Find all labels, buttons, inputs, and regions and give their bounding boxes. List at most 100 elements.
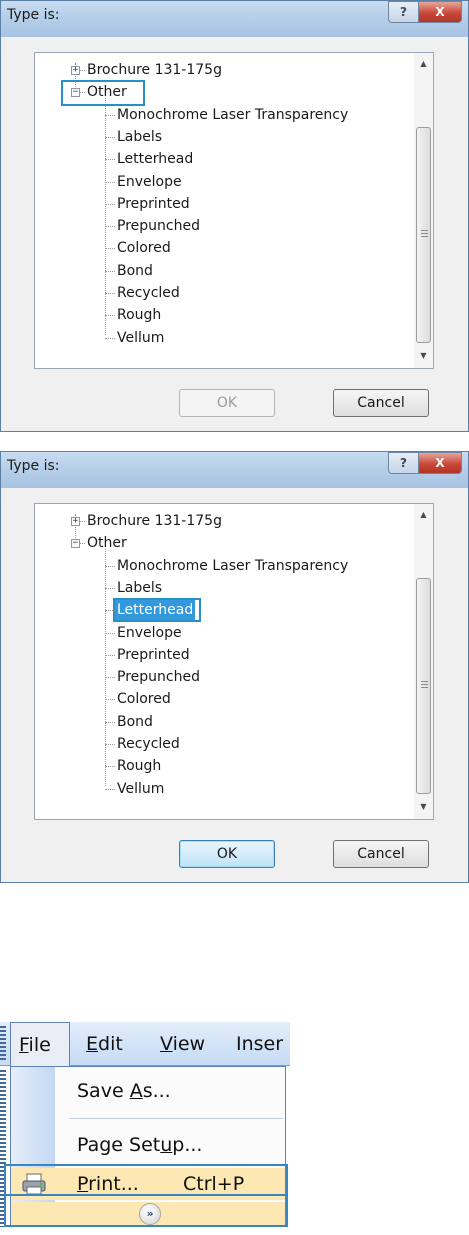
tree-connector [105,136,115,138]
tree-item[interactable]: Vellum [115,327,166,349]
highlight-divider [4,1194,288,1196]
tree-connector [105,565,115,567]
tree-scrollbar[interactable]: ▲ ▼ [414,504,433,819]
print-type-dialog-2: Type is: ? X Brochure 131-175g + Other − Mon… [0,451,469,883]
tree-item[interactable]: Brochure 131-175g [85,59,224,81]
tree-connector [105,610,115,612]
cancel-button[interactable]: Cancel [333,389,429,417]
collapse-minus-icon[interactable]: − [71,88,80,98]
window-buttons: ? X [388,1,462,23]
tree-item[interactable]: Prepunched [115,666,202,688]
thumb-grip [421,236,428,237]
office-file-menu: File Edit View Inser Save As... Page Set… [0,1022,290,1227]
tree-item[interactable]: Envelope [115,171,184,193]
tree-item[interactable]: Colored [115,237,173,259]
tree-item[interactable]: Rough [115,755,163,777]
toolbar-handle [0,1026,6,1062]
tree-item[interactable]: Preprinted [115,193,192,215]
menu-separator [69,1118,283,1119]
scroll-up-arrow-icon[interactable]: ▲ [414,506,433,524]
tree-scrollbar[interactable]: ▲ ▼ [414,53,433,368]
thumb-grip [421,681,428,682]
window-buttons: ? X [388,452,462,474]
tree-connector [105,337,115,339]
tree-item[interactable]: Labels [115,126,164,148]
tree-item[interactable]: Preprinted [115,644,192,666]
scroll-thumb[interactable] [416,578,431,794]
tree-item[interactable]: Monochrome Laser Transparency [115,104,350,126]
dialog-title: Type is: [7,7,60,23]
collapse-minus-icon[interactable]: − [71,539,80,549]
paper-type-tree[interactable]: Brochure 131-175g + Other − Monochrome Laser… [34,503,434,820]
tree-item[interactable]: Recycled [115,282,182,304]
menu-insert-label: Inser [236,1033,284,1055]
menu-edit[interactable]: Edit [86,1022,123,1066]
menu-edit-accel: E [86,1033,99,1055]
tree-connector [105,548,106,786]
tree-items: Brochure 131-175g + Other − Monochrome Laser… [35,504,415,819]
tree-item[interactable]: Other [85,532,129,554]
menu-item-save-as[interactable]: Save As... [11,1071,285,1111]
tree-connector [105,293,115,294]
tree-connector [105,699,115,701]
tree-item[interactable]: Letterhead [113,598,201,623]
tree-item[interactable]: Vellum [115,778,166,800]
page-setup-label: Page Setup... [77,1134,203,1156]
thumb-grip [421,233,428,234]
tree-item[interactable]: Envelope [115,622,184,644]
thumb-grip [421,684,428,685]
tree-item[interactable]: Brochure 131-175g [85,510,224,532]
cancel-button[interactable]: Cancel [333,840,429,868]
menu-view[interactable]: View [160,1022,205,1066]
tree-item[interactable]: Colored [115,688,173,710]
close-button[interactable]: X [418,452,462,474]
thumb-grip [421,687,428,688]
menubar: File Edit View Inser [0,1022,290,1066]
tree-connector [105,587,115,589]
help-button[interactable]: ? [388,1,418,23]
close-button[interactable]: X [418,1,462,23]
help-button[interactable]: ? [388,452,418,474]
scroll-thumb[interactable] [416,127,431,343]
paper-type-tree[interactable]: Brochure 131-175g + Other − Monochrome Laser… [34,52,434,369]
selection-highlight [113,598,201,623]
menu-edit-label: dit [98,1033,123,1055]
menu-file[interactable]: File [10,1022,70,1066]
expand-plus-icon[interactable]: + [71,517,80,526]
tree-item[interactable]: Labels [115,577,164,599]
tree-connector [105,226,115,228]
tree-connector [105,270,115,272]
menu-view-accel: V [160,1033,173,1055]
tree-connector [105,721,115,723]
tree-connector [105,788,115,790]
menu-item-page-setup[interactable]: Page Setup... [11,1125,285,1165]
scroll-down-arrow-icon[interactable]: ▼ [414,347,433,365]
menu-insert[interactable]: Inser [236,1022,290,1066]
tree-item[interactable]: Bond [115,260,155,282]
scroll-down-arrow-icon[interactable]: ▼ [414,798,433,816]
tree-connector [105,181,115,183]
tree-connector [105,766,115,768]
tree-item[interactable]: Recycled [115,733,182,755]
tree-connector [105,654,115,656]
tree-item[interactable]: Other [61,80,145,107]
tree-connector [105,203,115,205]
dialog-title: Type is: [7,458,60,474]
dialog-titlebar: Type is: ? X [1,452,468,488]
tree-connector [105,248,115,250]
tree-connector [105,114,115,116]
tree-item[interactable]: Bond [115,711,155,733]
tree-connector [105,97,106,335]
ok-button[interactable]: OK [179,840,275,868]
tree-connector [105,632,115,634]
tree-item[interactable]: Prepunched [115,215,202,237]
tree-item[interactable]: Monochrome Laser Transparency [115,555,350,577]
ok-button[interactable]: OK [179,389,275,417]
expand-plus-icon[interactable]: + [71,66,80,75]
tree-item[interactable]: Letterhead [115,148,195,170]
thumb-grip [421,230,428,231]
menu-file-accel: F [19,1034,29,1056]
scroll-up-arrow-icon[interactable]: ▲ [414,55,433,73]
tree-item[interactable]: Rough [115,304,163,326]
tree-connector [105,677,115,679]
